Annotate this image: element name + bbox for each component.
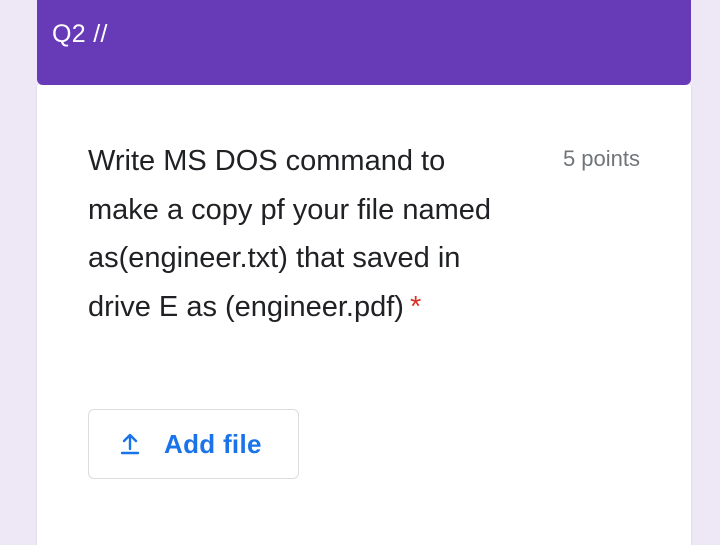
question-text: Write MS DOS command to make a copy pf y… [88, 145, 491, 323]
add-file-button[interactable]: Add file [88, 409, 299, 479]
question-title: Write MS DOS command to make a copy pf y… [88, 137, 518, 331]
upload-icon [118, 432, 142, 456]
question-card: Write MS DOS command to make a copy pf y… [37, 85, 691, 545]
add-file-label: Add file [164, 428, 262, 459]
section-header [37, 0, 691, 85]
points-label: 5 points [562, 146, 640, 171]
required-asterisk: * [409, 290, 422, 323]
section-title: Q2 // [52, 20, 108, 48]
